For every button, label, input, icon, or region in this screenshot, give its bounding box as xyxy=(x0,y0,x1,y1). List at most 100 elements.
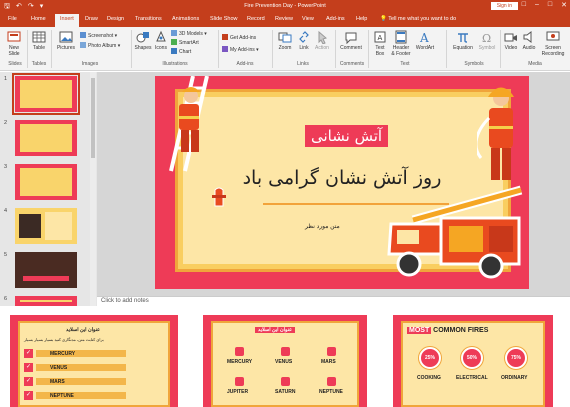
tab-add-ins[interactable]: Add-ins xyxy=(326,16,345,22)
cube-icon xyxy=(171,30,177,36)
symbol-button[interactable]: Ω Symbol xyxy=(476,30,498,51)
check-icon: ✓ xyxy=(24,377,33,386)
new-slide-button[interactable]: New Slide xyxy=(4,30,24,57)
slide-editor: آتش نشانی روز آتش نشان گرامی باد متن مور… xyxy=(97,72,570,296)
header-footer-button[interactable]: Header & Footer xyxy=(390,30,412,57)
group-text: Text xyxy=(400,61,410,67)
list-item: JUPITER xyxy=(227,389,249,395)
fire-truck-illustration xyxy=(387,185,523,279)
tab-transitions[interactable]: Transitions xyxy=(135,16,162,22)
tab-home[interactable]: Home xyxy=(31,16,46,22)
zoom-button[interactable]: Zoom xyxy=(276,30,294,51)
tab-animations[interactable]: Animations xyxy=(172,16,199,22)
comment-button[interactable]: Comment xyxy=(338,30,364,51)
tab-file[interactable]: File xyxy=(8,16,17,22)
link-button[interactable]: Link xyxy=(296,30,312,51)
svg-text:Ω: Ω xyxy=(482,32,491,44)
check-icon: ✓ xyxy=(24,391,33,400)
screen-recording-button[interactable]: Screen Recording xyxy=(538,30,568,57)
close-icon[interactable]: ✕ xyxy=(561,1,567,9)
slide-thumbnail-3[interactable] xyxy=(15,164,77,200)
planet-icon xyxy=(235,347,244,356)
notes-pane[interactable]: Click to add notes xyxy=(97,296,570,307)
thumbnail-number: 6 xyxy=(4,296,8,302)
slide-thumbnail-2[interactable] xyxy=(15,120,77,156)
action-button[interactable]: Action xyxy=(313,30,331,51)
preview-slide-middle[interactable]: عنوان این اسلاید MERCURY VENUS MARS JUPI… xyxy=(203,315,367,407)
shapes-icon xyxy=(136,32,149,43)
list-item: VENUS xyxy=(275,359,293,365)
smartart-button[interactable]: SmartArt xyxy=(171,39,199,47)
chart-icon xyxy=(171,48,177,54)
tab-help[interactable]: Help xyxy=(356,16,367,22)
list-item: MERCURY xyxy=(50,351,76,357)
slide-thumbnail-5[interactable] xyxy=(15,252,77,288)
chart-button[interactable]: Chart xyxy=(171,48,191,56)
thumbnail-number: 2 xyxy=(4,120,8,126)
planet-icon xyxy=(281,347,290,356)
slide-thumbnail-1[interactable] xyxy=(12,73,80,115)
svg-text:A: A xyxy=(419,31,429,44)
table-button[interactable]: Table xyxy=(30,30,48,51)
preview-left-desc: برای کتابت متن، مدنگاری کنید بسیار بسیار… xyxy=(24,337,104,342)
link-icon xyxy=(299,31,309,43)
equation-button[interactable]: Equation xyxy=(450,30,476,51)
insert-ribbon: New Slide Table Pictures Screenshot ▾ Ph… xyxy=(0,27,570,71)
sign-in-button[interactable]: Sign in xyxy=(490,2,518,10)
my-add-ins-button[interactable]: My Add-ins ▾ xyxy=(222,46,259,54)
icons-button[interactable]: Icons xyxy=(153,30,169,51)
screenshot-button[interactable]: Screenshot ▾ xyxy=(80,32,117,40)
group-links: Links xyxy=(297,61,309,67)
3d-models-button[interactable]: 3D Models ▾ xyxy=(171,30,207,38)
video-button[interactable]: Video xyxy=(502,30,520,51)
restore-ribbon-icon[interactable]: □ xyxy=(522,1,526,9)
preview-slide-left[interactable]: عنوان این اسلاید برای کتابت متن، مدنگاری… xyxy=(10,315,178,407)
tab-insert[interactable]: Insert xyxy=(55,14,79,27)
screenshot-icon xyxy=(80,32,86,38)
tab-draw[interactable]: Draw xyxy=(85,16,98,22)
wordart-icon: A xyxy=(419,31,429,44)
audio-button[interactable]: Audio xyxy=(520,30,538,51)
minimize-icon[interactable]: – xyxy=(535,1,539,9)
main-slide[interactable]: آتش نشانی روز آتش نشان گرامی باد متن مور… xyxy=(155,76,529,289)
thumbnail-number: 4 xyxy=(4,208,8,214)
slide-body-text[interactable]: متن مورد نظر xyxy=(305,223,340,230)
planet-icon xyxy=(327,377,336,386)
shapes-button[interactable]: Shapes xyxy=(133,30,153,51)
slide-title[interactable]: آتش نشانی xyxy=(305,125,389,147)
tab-view[interactable]: View xyxy=(302,16,314,22)
thumbnail-scrollbar[interactable] xyxy=(90,72,96,306)
photo-album-button[interactable]: Photo Album ▾ xyxy=(80,42,120,50)
tab-slide-show[interactable]: Slide Show xyxy=(210,16,238,22)
wordart-button[interactable]: A WordArt xyxy=(414,30,436,51)
preview-middle-title: عنوان این اسلاید xyxy=(255,327,296,333)
title-bar: 🖫 ↶ ↷ ▾ Fire Prevention Day - PowerPoint… xyxy=(0,0,570,13)
slide-thumbnail-4[interactable] xyxy=(15,208,77,244)
text-box-icon: A xyxy=(374,31,386,43)
slide-subtitle[interactable]: روز آتش نشان گرامی باد xyxy=(155,167,529,189)
video-icon xyxy=(504,33,517,42)
tab-review[interactable]: Review xyxy=(275,16,293,22)
text-box-button[interactable]: A Text Box xyxy=(372,30,388,57)
slide-thumbnail-6[interactable] xyxy=(15,296,77,306)
window-controls: □ – □ ✕ xyxy=(522,1,567,9)
stat-circle: 25% xyxy=(419,347,441,369)
maximize-icon[interactable]: □ xyxy=(548,1,552,9)
tell-me-search[interactable]: 💡 Tell me what you want to do xyxy=(380,16,456,22)
planet-icon xyxy=(327,347,336,356)
thumbnail-number: 1 xyxy=(4,76,8,82)
zoom-icon xyxy=(278,32,292,43)
tab-design[interactable]: Design xyxy=(107,16,124,22)
group-slides: Slides xyxy=(8,61,22,67)
pictures-icon xyxy=(59,31,73,43)
store-icon xyxy=(222,34,228,40)
speaker-icon xyxy=(523,31,532,43)
add-ins-icon xyxy=(222,46,228,52)
preview-right-title: MOST COMMON FIRES xyxy=(407,327,489,334)
notes-placeholder: Click to add notes xyxy=(101,298,149,304)
tab-record[interactable]: Record xyxy=(247,16,265,22)
get-add-ins-button[interactable]: Get Add-ins xyxy=(222,34,256,42)
window-title: Fire Prevention Day - PowerPoint xyxy=(244,3,326,9)
pictures-button[interactable]: Pictures xyxy=(54,30,78,51)
preview-slide-right[interactable]: MOST COMMON FIRES 25% COOKING 50% ELECTR… xyxy=(393,315,553,407)
